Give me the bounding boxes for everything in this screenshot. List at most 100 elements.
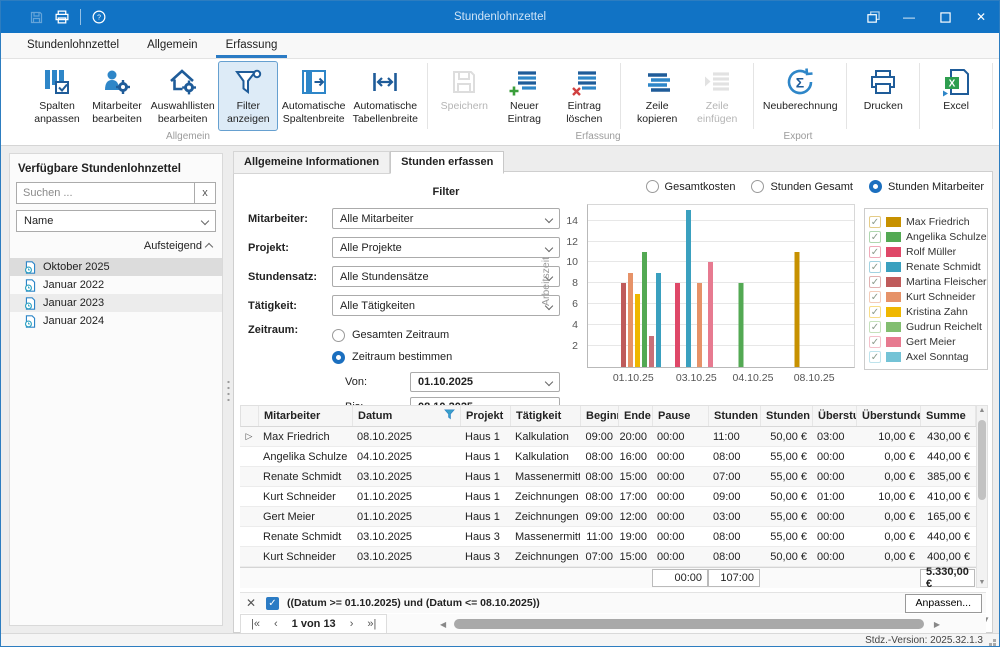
chart-mode-radio-gesamtkosten[interactable]: Gesamtkosten [646, 180, 736, 193]
menu-tab-allgemein[interactable]: Allgemein [137, 33, 208, 58]
column-header-ende[interactable]: Ende [619, 406, 653, 426]
sort-order-toggle[interactable]: Aufsteigend [10, 232, 222, 258]
table-row[interactable]: Gert Meier01.10.2025Haus 1Zeichnungen09:… [240, 507, 988, 527]
scroll-right-arrow[interactable]: ▶ [934, 620, 940, 629]
tab-allgemeine-informationen[interactable]: Allgemeine Informationen [233, 151, 390, 174]
horizontal-scrollbar[interactable]: ◀ ▶ [440, 617, 986, 631]
legend-checkbox[interactable]: ✓ [869, 336, 881, 348]
von-date-select[interactable]: 01.10.2025 [410, 372, 560, 392]
filter-close-icon[interactable]: ✕ [244, 596, 258, 610]
table-row[interactable]: Renate Schmidt03.10.2025Haus 3Massenermi… [240, 527, 988, 547]
filter-select-mitarbeiter-[interactable]: Alle Mitarbeiter [332, 208, 560, 229]
ribbon-button-eintrag-löschen[interactable]: Eintraglöschen [554, 61, 614, 131]
table-vertical-scrollbar[interactable]: ▲ ▼ [976, 405, 988, 588]
column-header-beginn[interactable]: Beginn [581, 406, 619, 426]
svg-text:X: X [949, 79, 956, 90]
table-cell: Kalkulation [510, 427, 580, 446]
ribbon-button-excel[interactable]: XExcel [926, 61, 986, 131]
table-row[interactable]: Kurt Schneider01.10.2025Haus 1Zeichnunge… [240, 487, 988, 507]
table-cell: 430,00 € [920, 427, 975, 446]
list-item-januar-2023[interactable]: Januar 2023 [10, 294, 222, 312]
printer-icon[interactable] [54, 9, 70, 25]
ribbon-button-filter-anzeigen[interactable]: Filteranzeigen [218, 61, 278, 131]
dock-window-icon[interactable] [855, 1, 891, 33]
legend-checkbox[interactable]: ✓ [869, 276, 881, 288]
legend-checkbox[interactable]: ✓ [869, 216, 881, 228]
legend-checkbox[interactable]: ✓ [869, 306, 881, 318]
resize-grip[interactable] [993, 643, 996, 646]
scrollbar-thumb[interactable] [454, 619, 924, 629]
ribbon-button-label: Zeileeinfügen [697, 100, 737, 125]
sort-field-select[interactable]: Name [16, 210, 216, 232]
column-header-mitarbeiter[interactable]: Mitarbeiter [259, 406, 353, 426]
last-page-button[interactable]: »| [367, 618, 376, 630]
tab-stunden-erfassen[interactable]: Stunden erfassen [390, 151, 504, 174]
column-filter-icon[interactable] [444, 409, 455, 423]
radio-gesamten-zeitraum[interactable]: Gesamten Zeitraum [332, 324, 452, 346]
table-row[interactable]: Angelika Schulze04.10.2025Haus 1Kalkulat… [240, 447, 988, 467]
filter-select-value: Alle Projekte [340, 242, 546, 254]
column-header-stunden[interactable]: Stunden [761, 406, 813, 426]
minimize-icon[interactable]: — [891, 1, 927, 33]
legend-checkbox[interactable]: ✓ [869, 291, 881, 303]
list-item-januar-2022[interactable]: Januar 2022 [10, 276, 222, 294]
column-header-überstun[interactable]: Überstun [813, 406, 857, 426]
chart-mode-radio-stunden-gesamt[interactable]: Stunden Gesamt [751, 180, 853, 193]
y-tick-label: 14 [566, 215, 578, 227]
scroll-left-arrow[interactable]: ◀ [440, 620, 446, 629]
ribbon-button-drucken[interactable]: Drucken [853, 61, 913, 131]
chart-mode-radio-stunden-mitarbeiter[interactable]: Stunden Mitarbeiter [869, 180, 984, 193]
search-input[interactable] [16, 182, 194, 204]
legend-checkbox[interactable]: ✓ [869, 351, 881, 363]
table-row[interactable]: Kurt Schneider03.10.2025Haus 3Zeichnunge… [240, 547, 988, 567]
close-icon[interactable]: ✕ [963, 1, 999, 33]
legend-item-kristina-zahn: ✓Kristina Zahn [869, 304, 983, 319]
scrollbar-thumb[interactable] [978, 420, 986, 500]
legend-checkbox[interactable]: ✓ [869, 246, 881, 258]
column-header-tätigkeit[interactable]: Tätigkeit [511, 406, 581, 426]
search-clear-button[interactable]: x [194, 182, 216, 204]
ribbon-button-zeile-kopieren[interactable]: Zeilekopieren [627, 61, 687, 131]
list-item-januar-2024[interactable]: Januar 2024 [10, 312, 222, 330]
column-header-summe[interactable]: Summe [921, 406, 976, 426]
splitter-handle[interactable] [226, 379, 231, 401]
ribbon-button-automatische-tabellenbreite[interactable]: AutomatischeTabellenbreite [349, 61, 421, 131]
column-header-überstunden[interactable]: Überstunden [857, 406, 921, 426]
previous-page-button[interactable]: ‹ [274, 618, 278, 630]
filter-select-stundensatz-[interactable]: Alle Stundensätze [332, 266, 560, 287]
maximize-icon[interactable] [927, 1, 963, 33]
scroll-up-arrow[interactable]: ▲ [977, 407, 987, 414]
legend-checkbox[interactable]: ✓ [869, 261, 881, 273]
ribbon-button-neuberechnung[interactable]: ΣNeuberechnung [760, 61, 840, 131]
ribbon-button-mitarbeiter-bearbeiten[interactable]: Mitarbeiterbearbeiten [87, 61, 147, 131]
ribbon-button-auswahllisten-bearbeiten[interactable]: Auswahllistenbearbeiten [147, 61, 218, 131]
table-cell: 08:00 [708, 447, 760, 466]
ribbon-button-spalten-anpassen[interactable]: Spaltenanpassen [27, 61, 87, 131]
filter-select-tätigkeit-[interactable]: Alle Tätigkeiten [332, 295, 560, 316]
legend-checkbox[interactable]: ✓ [869, 321, 881, 333]
help-icon[interactable]: ? [91, 9, 107, 25]
scroll-down-arrow[interactable]: ▼ [977, 579, 987, 586]
titlebar: ? Stundenlohnzettel — ✕ [1, 1, 999, 33]
ribbon-button-neuer-eintrag[interactable]: NeuerEintrag [494, 61, 554, 131]
ribbon-button-automatische-spaltenbreite[interactable]: AutomatischeSpaltenbreite [278, 61, 349, 131]
filter-adjust-button[interactable]: Anpassen... [905, 594, 982, 613]
table-row[interactable]: Renate Schmidt03.10.2025Haus 1Massenermi… [240, 467, 988, 487]
next-page-button[interactable]: › [350, 618, 354, 630]
filter-active-checkbox[interactable]: ✓ [266, 597, 279, 610]
column-header-pause[interactable]: Pause [653, 406, 709, 426]
menu-tab-stundenlohnzettel[interactable]: Stundenlohnzettel [17, 33, 129, 58]
table-cell: Renate Schmidt [258, 527, 352, 546]
radio-zeitraum-bestimmen[interactable]: Zeitraum bestimmen [332, 346, 452, 368]
menu-tab-erfassung[interactable]: Erfassung [216, 33, 288, 58]
ribbon-divider [992, 63, 993, 129]
first-page-button[interactable]: |« [251, 618, 260, 630]
filter-select-projekt-[interactable]: Alle Projekte [332, 237, 560, 258]
column-header-projekt[interactable]: Projekt [461, 406, 511, 426]
table-cell: 01:00 [812, 487, 856, 506]
column-header-datum[interactable]: Datum [353, 406, 461, 426]
list-item-oktober-2025[interactable]: Oktober 2025 [10, 258, 222, 276]
column-header-stunden[interactable]: Stunden [709, 406, 761, 426]
legend-checkbox[interactable]: ✓ [869, 231, 881, 243]
table-row[interactable]: ▷Max Friedrich08.10.2025Haus 1Kalkulatio… [240, 427, 988, 447]
